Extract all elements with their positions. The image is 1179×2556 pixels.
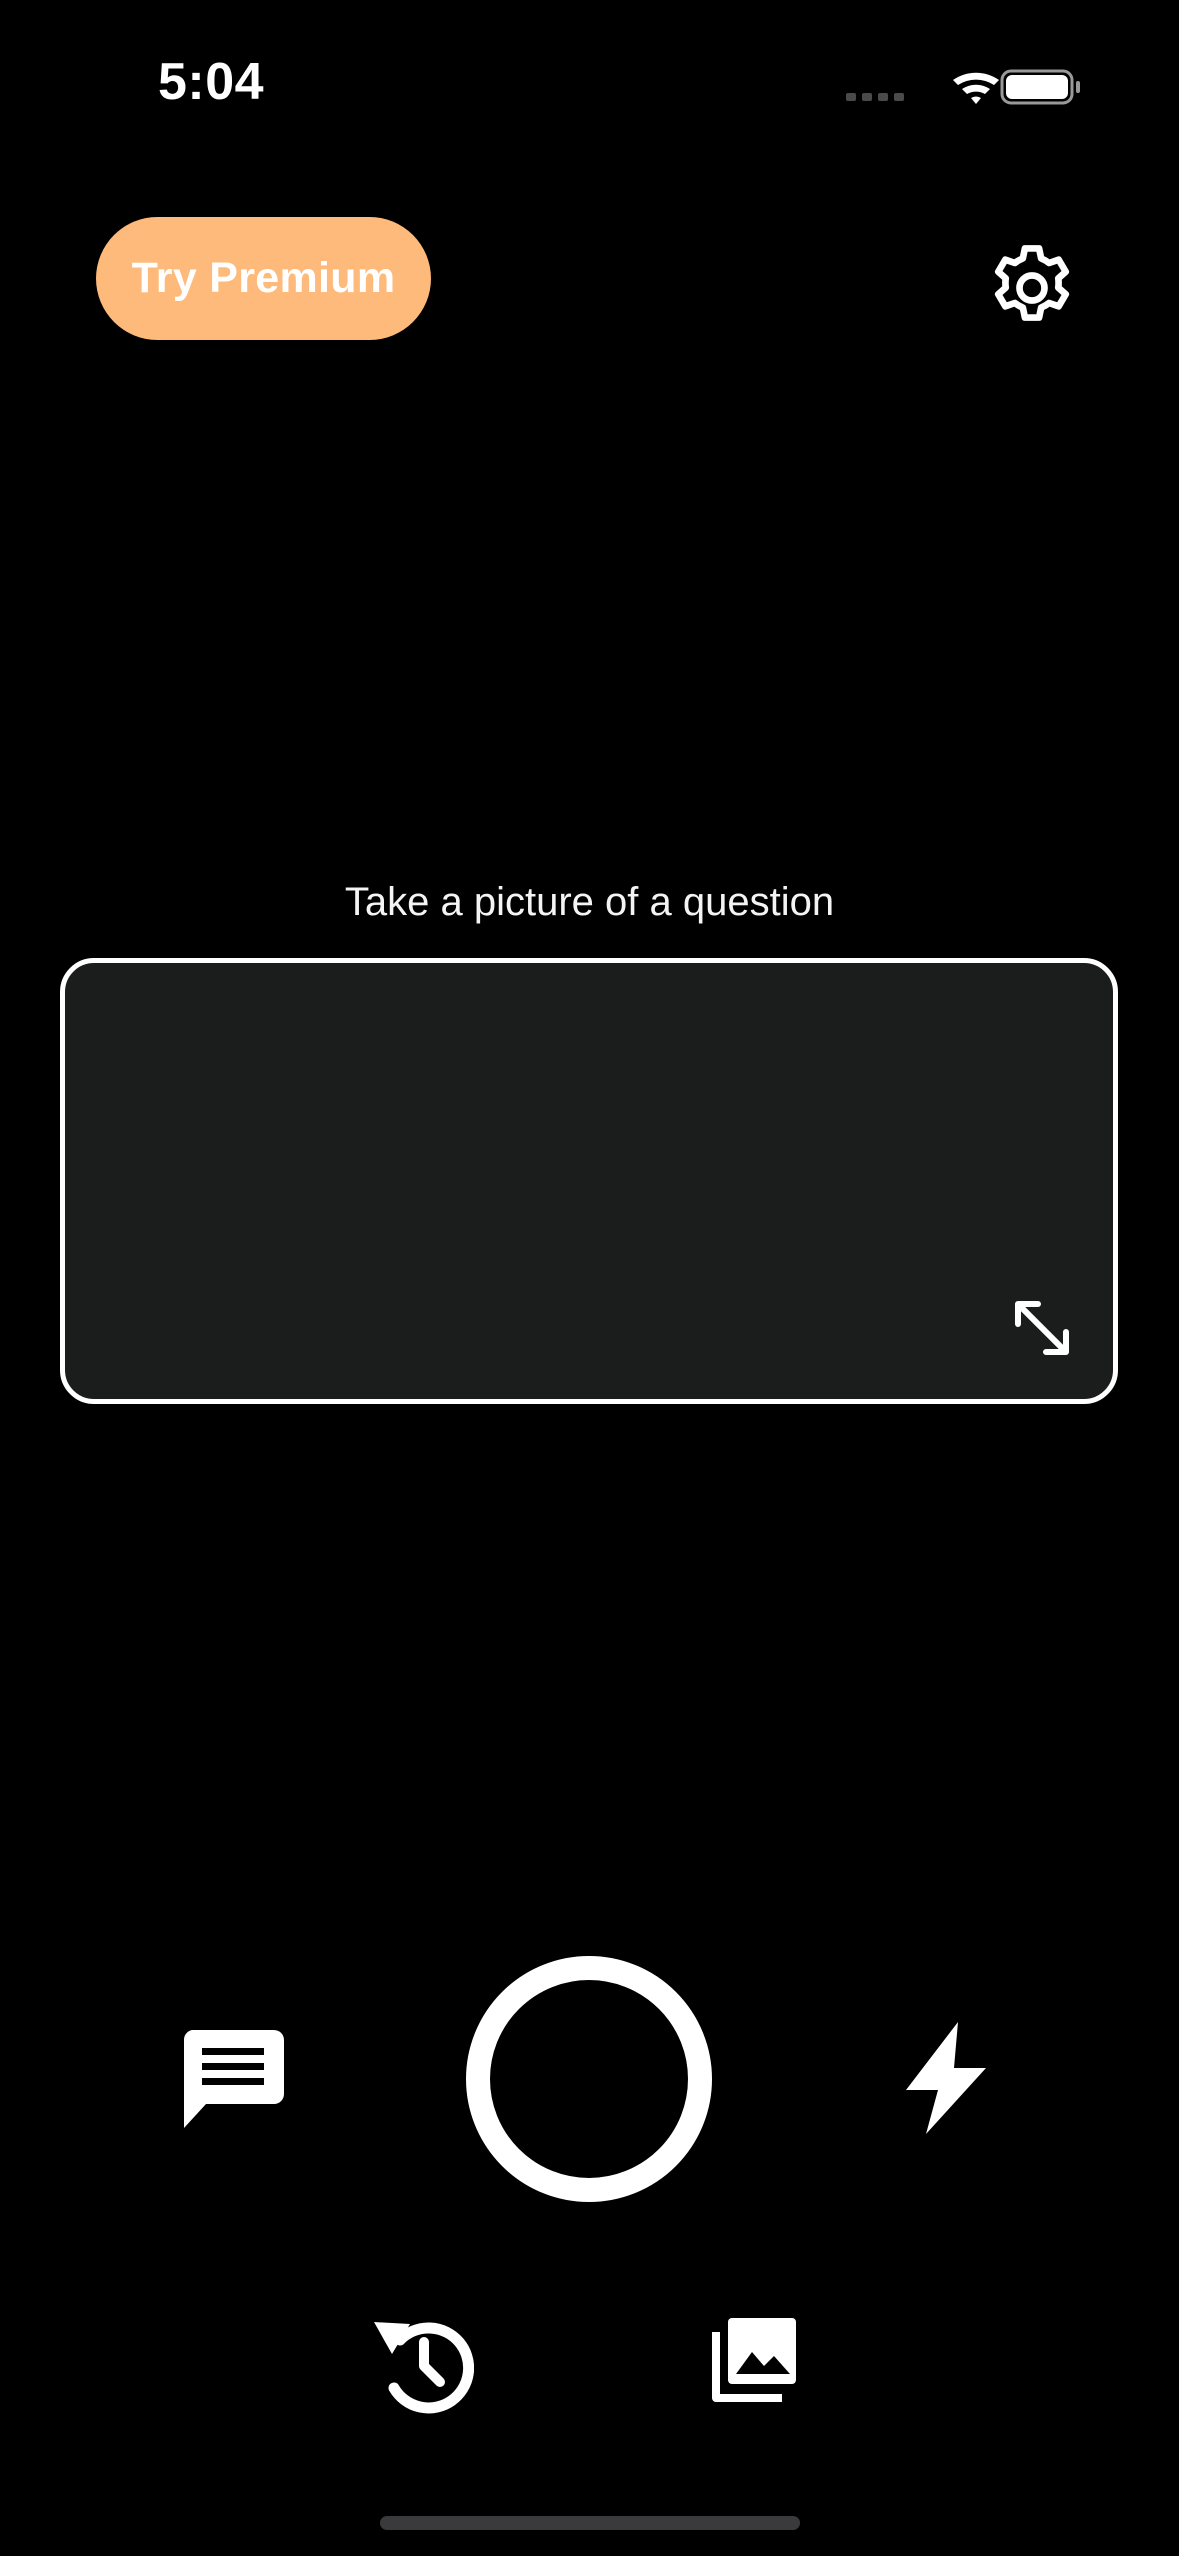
status-icons [840, 62, 1080, 112]
flash-icon [906, 2022, 986, 2134]
battery-icon [1000, 69, 1080, 105]
flash-button[interactable] [900, 2020, 992, 2136]
history-button[interactable] [370, 2310, 475, 2414]
shutter-button[interactable] [466, 1956, 712, 2202]
photo-library-icon [712, 2318, 796, 2402]
expand-arrows-icon [1015, 1301, 1069, 1355]
chat-button[interactable] [180, 2024, 290, 2134]
status-time: 5:04 [158, 53, 265, 111]
capture-frame[interactable] [60, 958, 1118, 1404]
gallery-button[interactable] [712, 2314, 800, 2402]
settings-button[interactable] [982, 238, 1082, 338]
try-premium-button[interactable]: Try Premium [96, 217, 431, 340]
expand-button[interactable] [1010, 1296, 1074, 1360]
signal-icon [846, 93, 904, 101]
wifi-icon [953, 72, 999, 104]
chat-bubble-icon [183, 2030, 284, 2128]
history-icon [374, 2322, 475, 2414]
home-indicator [380, 2516, 800, 2530]
capture-prompt: Take a picture of a question [344, 880, 835, 924]
gear-icon [994, 245, 1070, 321]
